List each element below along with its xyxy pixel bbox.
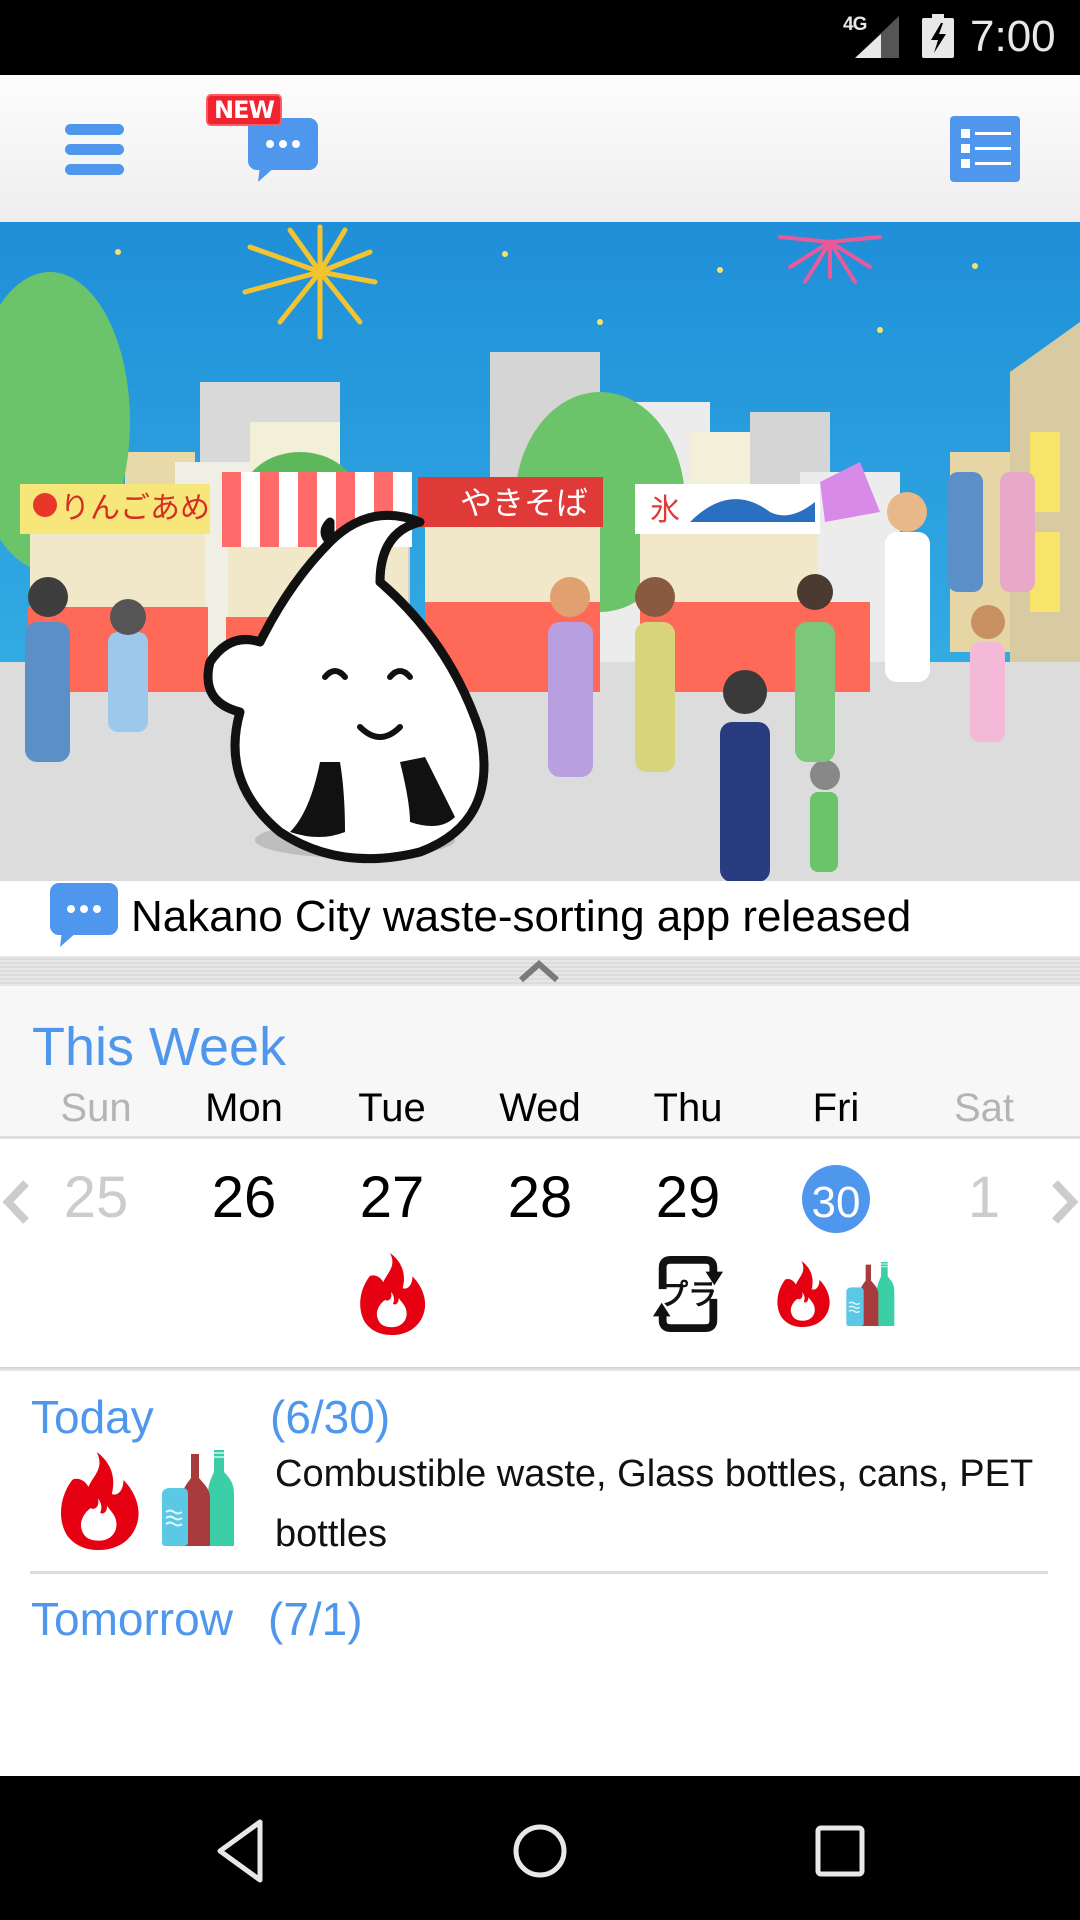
day-name-wed: Wed (499, 1086, 581, 1130)
tomorrow-label: Tomorrow (31, 1593, 233, 1645)
divider (0, 1367, 1080, 1371)
date-cell-29[interactable]: 29 (618, 1165, 758, 1231)
date-number: 1 (967, 1165, 1001, 1230)
today-waste-types: Combustible waste, Glass bottles, cans, … (275, 1453, 1033, 1555)
divider (30, 1571, 1048, 1574)
date-number: 30 (811, 1178, 861, 1227)
today-icons (56, 1450, 246, 1550)
banner-image[interactable]: りんごあめ やきそば 氷 (0, 222, 1080, 881)
menu-button[interactable] (56, 113, 134, 185)
back-button[interactable] (205, 1816, 275, 1886)
festival-illustration: りんごあめ やきそば 氷 (0, 222, 1080, 881)
day-name-sun: Sun (60, 1086, 132, 1130)
day-name-mon: Mon (205, 1086, 283, 1130)
news-button[interactable]: NEW (198, 88, 328, 188)
chat-bubble-icon (248, 118, 318, 182)
stall-sign-text: やきそば (460, 484, 588, 522)
recents-button[interactable] (805, 1816, 875, 1886)
date-number: 28 (507, 1165, 573, 1230)
day-name-tue: Tue (358, 1086, 426, 1130)
system-nav-bar (0, 1776, 1080, 1920)
week-calendar: 25 26 27 28 29 プラ 30 1 (0, 1139, 1080, 1369)
new-badge: NEW (206, 94, 282, 126)
day-name-fri: Fri (812, 1086, 860, 1130)
app-bar (0, 75, 1080, 222)
plastic-recycle-icon: プラ (652, 1256, 724, 1332)
date-cell-27[interactable]: 27 (322, 1165, 462, 1231)
today-date: (6/30) (270, 1391, 391, 1443)
clock: 7:00 (970, 12, 1056, 61)
stall-sign-text: 氷 (650, 493, 680, 528)
date-number: 27 (359, 1165, 425, 1230)
section-title: This Week (32, 1017, 287, 1077)
news-headline[interactable]: Nakano City waste-sorting app released (131, 891, 911, 943)
combustible-fire-icon (60, 1452, 139, 1550)
week-header: This Week Sun Mon Tue Wed Thu Fri Sat (0, 986, 1080, 1137)
chevron-up-icon (519, 959, 559, 983)
date-number: 25 (63, 1165, 129, 1230)
date-cell-1[interactable]: 1 (914, 1165, 1054, 1231)
tomorrow-date: (7/1) (268, 1593, 363, 1645)
bottles-cans-icon (846, 1262, 895, 1326)
date-cell-30[interactable]: 30 (766, 1165, 906, 1233)
plastic-mark-text: プラ (659, 1278, 717, 1312)
home-button[interactable] (505, 1816, 575, 1886)
day-name-sat: Sat (953, 1086, 1015, 1130)
date-cell-28[interactable]: 28 (470, 1165, 610, 1231)
list-icon (950, 116, 1020, 182)
day-waste-icons (292, 1251, 492, 1337)
date-cell-25[interactable]: 25 (26, 1165, 166, 1231)
day-name-thu: Thu (653, 1086, 723, 1130)
date-cell-26[interactable]: 26 (174, 1165, 314, 1231)
combustible-fire-icon (777, 1261, 830, 1327)
battery-charging-icon (922, 14, 954, 58)
status-bar: 4G 7:00 (0, 0, 1080, 75)
news-ticker[interactable]: Nakano City waste-sorting app released (0, 881, 1080, 956)
date-number: 26 (211, 1165, 277, 1230)
combustible-fire-icon (360, 1253, 426, 1335)
list-view-button[interactable] (950, 116, 1022, 182)
today-label: Today (31, 1391, 154, 1443)
bottles-cans-icon (162, 1450, 234, 1546)
expand-collapse-handle[interactable] (0, 956, 1080, 986)
day-waste-icons (736, 1251, 936, 1337)
chat-bubble-icon (50, 883, 118, 947)
date-number: 29 (655, 1165, 721, 1230)
stall-sign-text: りんごあめ (60, 491, 210, 526)
signal-icon (855, 16, 899, 58)
